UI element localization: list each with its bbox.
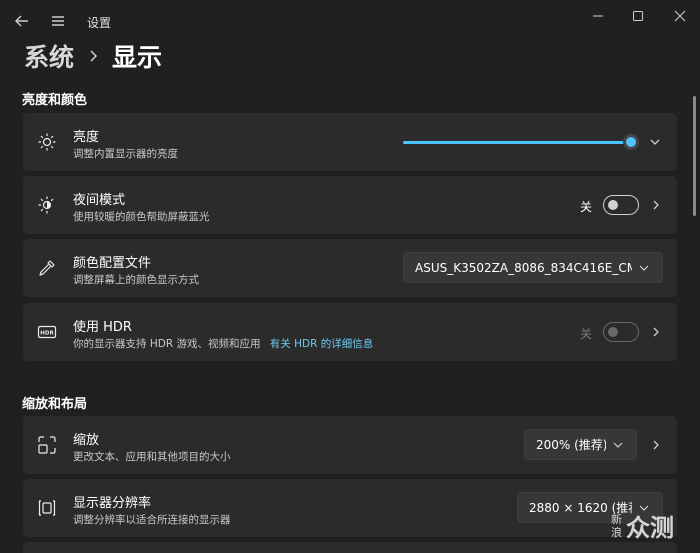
scale-title: 缩放	[73, 433, 100, 448]
back-arrow-icon[interactable]	[13, 12, 31, 30]
scale-icon	[38, 436, 56, 454]
chevron-down-icon	[639, 265, 649, 271]
chevron-right-icon[interactable]	[650, 438, 662, 452]
hdr-card[interactable]: HDR 使用 HDR 你的显示器支持 HDR 游戏、视频和应用 有关 HDR 的…	[23, 303, 677, 361]
scrollbar[interactable]	[693, 96, 696, 216]
watermark: 新 浪 众测	[611, 508, 674, 543]
scale-dropdown[interactable]: 200% (推荐)	[524, 429, 637, 460]
resolution-card: 显示器分辨率 调整分辨率以适合所连接的显示器 2880 × 1620 (推荐)	[23, 479, 677, 537]
chevron-right-icon[interactable]	[650, 325, 662, 339]
night-light-state: 关	[580, 200, 593, 214]
hdr-subtitle: 你的显示器支持 HDR 游戏、视频和应用 有关 HDR 的详细信息	[73, 336, 373, 351]
page-title: 显示	[112, 43, 163, 72]
night-light-toggle[interactable]	[603, 195, 639, 215]
watermark-main: 众测	[626, 514, 674, 542]
night-light-card[interactable]: 夜间模式 使用较暖的颜色帮助屏蔽蓝光 关	[23, 176, 677, 234]
resolution-icon	[38, 500, 56, 516]
night-light-icon	[38, 196, 54, 214]
scale-card: 缩放 更改文本、应用和其他项目的大小 200% (推荐)	[23, 416, 677, 474]
brightness-slider-track[interactable]	[403, 141, 631, 144]
window-title: 设置	[87, 16, 112, 30]
scale-selected: 200% (推荐)	[536, 438, 606, 452]
chevron-down-icon[interactable]	[649, 135, 661, 149]
night-light-title: 夜间模式	[73, 193, 126, 208]
next-card	[23, 542, 677, 553]
chevron-right-icon[interactable]	[650, 198, 662, 212]
scale-subtitle: 更改文本、应用和其他项目的大小	[73, 451, 231, 463]
minimize-icon[interactable]	[588, 8, 608, 24]
color-profile-subtitle: 调整屏幕上的颜色显示方式	[73, 274, 199, 286]
breadcrumb-system[interactable]: 系统	[24, 38, 74, 74]
chevron-down-icon	[613, 442, 623, 448]
hdr-learn-more-link[interactable]: 有关 HDR 的详细信息	[270, 338, 373, 350]
chevron-right-icon	[90, 50, 98, 62]
resolution-subtitle: 调整分辨率以适合所连接的显示器	[73, 514, 231, 526]
eyedropper-icon	[39, 260, 55, 276]
brightness-icon	[38, 133, 56, 151]
section-title-brightness-color: 亮度和颜色	[22, 93, 88, 108]
color-profile-card: 颜色配置文件 调整屏幕上的颜色显示方式 ASUS_K3502ZA_8086_83…	[23, 239, 677, 297]
color-profile-selected: ASUS_K3502ZA_8086_834C416E_CMDEF	[415, 260, 632, 275]
brightness-subtitle: 调整内置显示器的亮度	[73, 148, 178, 160]
brightness-title: 亮度	[73, 130, 100, 145]
section-title-scale-layout: 缩放和布局	[22, 397, 88, 412]
hdr-subtitle-text: 你的显示器支持 HDR 游戏、视频和应用	[73, 338, 261, 350]
svg-text:HDR: HDR	[40, 331, 54, 337]
night-light-subtitle: 使用较暖的颜色帮助屏蔽蓝光	[73, 211, 210, 223]
hdr-toggle[interactable]	[603, 322, 639, 342]
hdr-icon: HDR	[37, 325, 57, 339]
breadcrumb: 系统 显示	[24, 38, 162, 74]
menu-icon[interactable]	[49, 12, 67, 30]
title-bar: 设置	[0, 0, 700, 40]
close-icon[interactable]	[670, 8, 690, 24]
watermark-bottom: 浪	[611, 525, 622, 539]
color-profile-title: 颜色配置文件	[73, 256, 152, 271]
resolution-title: 显示器分辨率	[73, 496, 152, 511]
maximize-icon[interactable]	[628, 8, 648, 24]
color-profile-dropdown[interactable]: ASUS_K3502ZA_8086_834C416E_CMDEF	[403, 252, 663, 283]
brightness-slider-thumb[interactable]	[623, 134, 639, 150]
brightness-card: 亮度 调整内置显示器的亮度	[23, 113, 677, 171]
hdr-state: 关	[580, 327, 593, 341]
watermark-top: 新	[611, 512, 622, 526]
hdr-title: 使用 HDR	[73, 320, 132, 335]
